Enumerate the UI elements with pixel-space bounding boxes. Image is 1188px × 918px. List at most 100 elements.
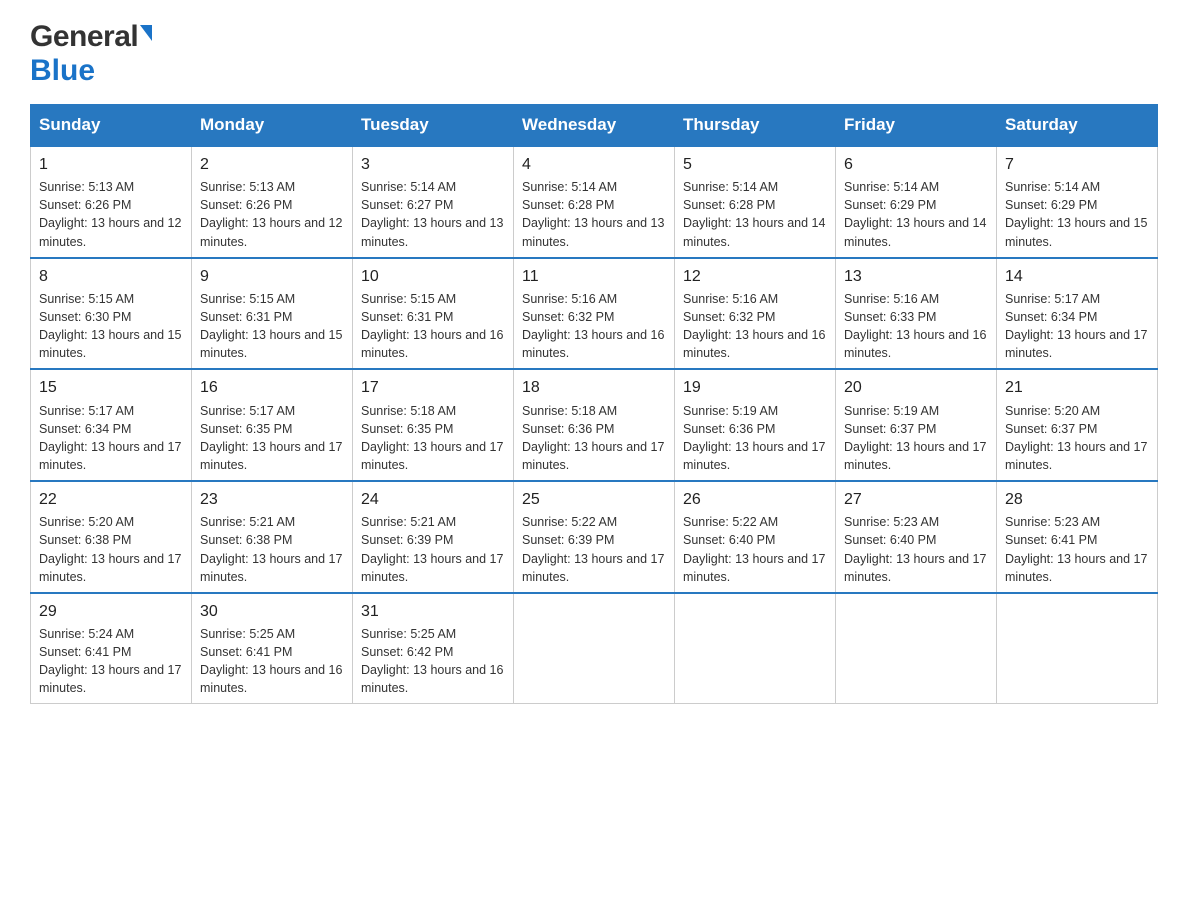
day-info: Sunrise: 5:18 AMSunset: 6:36 PMDaylight:… (522, 404, 664, 472)
calendar-week-1: 1 Sunrise: 5:13 AMSunset: 6:26 PMDaylight… (31, 146, 1158, 258)
day-info: Sunrise: 5:14 AMSunset: 6:28 PMDaylight:… (683, 180, 825, 248)
calendar-week-4: 22Sunrise: 5:20 AMSunset: 6:38 PMDayligh… (31, 481, 1158, 593)
day-info: Sunrise: 5:20 AMSunset: 6:37 PMDaylight:… (1005, 404, 1147, 472)
page-header: General Blue (30, 20, 1158, 88)
calendar-day: 31Sunrise: 5:25 AMSunset: 6:42 PMDayligh… (353, 593, 514, 704)
day-info: Sunrise: 5:16 AMSunset: 6:33 PMDaylight:… (844, 292, 986, 360)
day-number: 7 (1005, 153, 1149, 176)
day-number: 8 (39, 265, 183, 288)
calendar-day: 8Sunrise: 5:15 AMSunset: 6:30 PMDaylight… (31, 258, 192, 370)
calendar-header-friday: Friday (836, 105, 997, 147)
calendar-week-3: 15 Sunrise: 5:17 AMSunset: 6:34 PMDayligh… (31, 369, 1158, 481)
day-number: 10 (361, 265, 505, 288)
calendar-day: 26Sunrise: 5:22 AMSunset: 6:40 PMDayligh… (675, 481, 836, 593)
day-number: 27 (844, 488, 988, 511)
day-number: 4 (522, 153, 666, 176)
day-info: Sunrise: 5:19 AMSunset: 6:36 PMDaylight:… (683, 404, 825, 472)
logo-blue-text: Blue (30, 54, 95, 88)
calendar-day (514, 593, 675, 704)
calendar-day: 20 Sunrise: 5:19 AMSunset: 6:37 PMDayligh… (836, 369, 997, 481)
day-number: 21 (1005, 376, 1149, 399)
calendar-header-thursday: Thursday (675, 105, 836, 147)
logo: General Blue (30, 20, 152, 88)
calendar-day: 2 Sunrise: 5:13 AMSunset: 6:26 PMDaylight… (192, 146, 353, 258)
day-info: Sunrise: 5:24 AMSunset: 6:41 PMDaylight:… (39, 627, 181, 695)
calendar-day (675, 593, 836, 704)
day-number: 13 (844, 265, 988, 288)
calendar-day: 13 Sunrise: 5:16 AMSunset: 6:33 PMDayligh… (836, 258, 997, 370)
day-info: Sunrise: 5:19 AMSunset: 6:37 PMDaylight:… (844, 404, 986, 472)
calendar-day: 14 Sunrise: 5:17 AMSunset: 6:34 PMDayligh… (997, 258, 1158, 370)
calendar-header-saturday: Saturday (997, 105, 1158, 147)
day-number: 20 (844, 376, 988, 399)
calendar-day: 4Sunrise: 5:14 AMSunset: 6:28 PMDaylight… (514, 146, 675, 258)
calendar-day: 6 Sunrise: 5:14 AMSunset: 6:29 PMDaylight… (836, 146, 997, 258)
calendar-day: 16 Sunrise: 5:17 AMSunset: 6:35 PMDayligh… (192, 369, 353, 481)
day-info: Sunrise: 5:18 AMSunset: 6:35 PMDaylight:… (361, 404, 503, 472)
calendar-table: SundayMondayTuesdayWednesdayThursdayFrid… (30, 104, 1158, 704)
calendar-day: 1 Sunrise: 5:13 AMSunset: 6:26 PMDaylight… (31, 146, 192, 258)
day-info: Sunrise: 5:22 AMSunset: 6:39 PMDaylight:… (522, 515, 664, 583)
day-info: Sunrise: 5:17 AMSunset: 6:34 PMDaylight:… (39, 404, 181, 472)
day-info: Sunrise: 5:15 AMSunset: 6:31 PMDaylight:… (200, 292, 342, 360)
calendar-week-5: 29Sunrise: 5:24 AMSunset: 6:41 PMDayligh… (31, 593, 1158, 704)
day-info: Sunrise: 5:13 AMSunset: 6:26 PMDaylight:… (39, 180, 181, 248)
calendar-day: 19 Sunrise: 5:19 AMSunset: 6:36 PMDayligh… (675, 369, 836, 481)
day-number: 31 (361, 600, 505, 623)
day-number: 30 (200, 600, 344, 623)
day-info: Sunrise: 5:22 AMSunset: 6:40 PMDaylight:… (683, 515, 825, 583)
day-info: Sunrise: 5:21 AMSunset: 6:39 PMDaylight:… (361, 515, 503, 583)
day-number: 2 (200, 153, 344, 176)
calendar-day: 7Sunrise: 5:14 AMSunset: 6:29 PMDaylight… (997, 146, 1158, 258)
day-number: 9 (200, 265, 344, 288)
day-info: Sunrise: 5:13 AMSunset: 6:26 PMDaylight:… (200, 180, 342, 248)
calendar-day: 12 Sunrise: 5:16 AMSunset: 6:32 PMDayligh… (675, 258, 836, 370)
day-number: 15 (39, 376, 183, 399)
calendar-header-row: SundayMondayTuesdayWednesdayThursdayFrid… (31, 105, 1158, 147)
calendar-day: 24 Sunrise: 5:21 AMSunset: 6:39 PMDayligh… (353, 481, 514, 593)
day-number: 11 (522, 265, 666, 288)
day-number: 5 (683, 153, 827, 176)
day-info: Sunrise: 5:20 AMSunset: 6:38 PMDaylight:… (39, 515, 181, 583)
calendar-header-monday: Monday (192, 105, 353, 147)
day-number: 14 (1005, 265, 1149, 288)
day-number: 19 (683, 376, 827, 399)
calendar-day: 9 Sunrise: 5:15 AMSunset: 6:31 PMDaylight… (192, 258, 353, 370)
day-number: 16 (200, 376, 344, 399)
day-number: 1 (39, 153, 183, 176)
day-info: Sunrise: 5:23 AMSunset: 6:40 PMDaylight:… (844, 515, 986, 583)
day-number: 6 (844, 153, 988, 176)
day-number: 25 (522, 488, 666, 511)
calendar-day: 22Sunrise: 5:20 AMSunset: 6:38 PMDayligh… (31, 481, 192, 593)
calendar-day: 11 Sunrise: 5:16 AMSunset: 6:32 PMDayligh… (514, 258, 675, 370)
calendar-day: 27 Sunrise: 5:23 AMSunset: 6:40 PMDayligh… (836, 481, 997, 593)
day-info: Sunrise: 5:17 AMSunset: 6:35 PMDaylight:… (200, 404, 342, 472)
day-info: Sunrise: 5:17 AMSunset: 6:34 PMDaylight:… (1005, 292, 1147, 360)
day-number: 24 (361, 488, 505, 511)
day-number: 28 (1005, 488, 1149, 511)
day-info: Sunrise: 5:15 AMSunset: 6:31 PMDaylight:… (361, 292, 503, 360)
logo-arrow-icon (140, 25, 152, 41)
calendar-day: 21 Sunrise: 5:20 AMSunset: 6:37 PMDayligh… (997, 369, 1158, 481)
day-info: Sunrise: 5:14 AMSunset: 6:27 PMDaylight:… (361, 180, 503, 248)
calendar-day: 29Sunrise: 5:24 AMSunset: 6:41 PMDayligh… (31, 593, 192, 704)
day-info: Sunrise: 5:25 AMSunset: 6:41 PMDaylight:… (200, 627, 342, 695)
calendar-day: 10 Sunrise: 5:15 AMSunset: 6:31 PMDayligh… (353, 258, 514, 370)
calendar-day (997, 593, 1158, 704)
calendar-header-sunday: Sunday (31, 105, 192, 147)
day-info: Sunrise: 5:21 AMSunset: 6:38 PMDaylight:… (200, 515, 342, 583)
day-info: Sunrise: 5:14 AMSunset: 6:29 PMDaylight:… (844, 180, 986, 248)
day-number: 12 (683, 265, 827, 288)
calendar-day: 23Sunrise: 5:21 AMSunset: 6:38 PMDayligh… (192, 481, 353, 593)
calendar-header-tuesday: Tuesday (353, 105, 514, 147)
calendar-day: 15 Sunrise: 5:17 AMSunset: 6:34 PMDayligh… (31, 369, 192, 481)
logo-general-text: General (30, 20, 138, 54)
calendar-day: 5 Sunrise: 5:14 AMSunset: 6:28 PMDaylight… (675, 146, 836, 258)
day-info: Sunrise: 5:16 AMSunset: 6:32 PMDaylight:… (683, 292, 825, 360)
calendar-day: 28Sunrise: 5:23 AMSunset: 6:41 PMDayligh… (997, 481, 1158, 593)
day-info: Sunrise: 5:16 AMSunset: 6:32 PMDaylight:… (522, 292, 664, 360)
calendar-day: 18Sunrise: 5:18 AMSunset: 6:36 PMDayligh… (514, 369, 675, 481)
day-number: 17 (361, 376, 505, 399)
day-number: 3 (361, 153, 505, 176)
calendar-day: 25 Sunrise: 5:22 AMSunset: 6:39 PMDayligh… (514, 481, 675, 593)
